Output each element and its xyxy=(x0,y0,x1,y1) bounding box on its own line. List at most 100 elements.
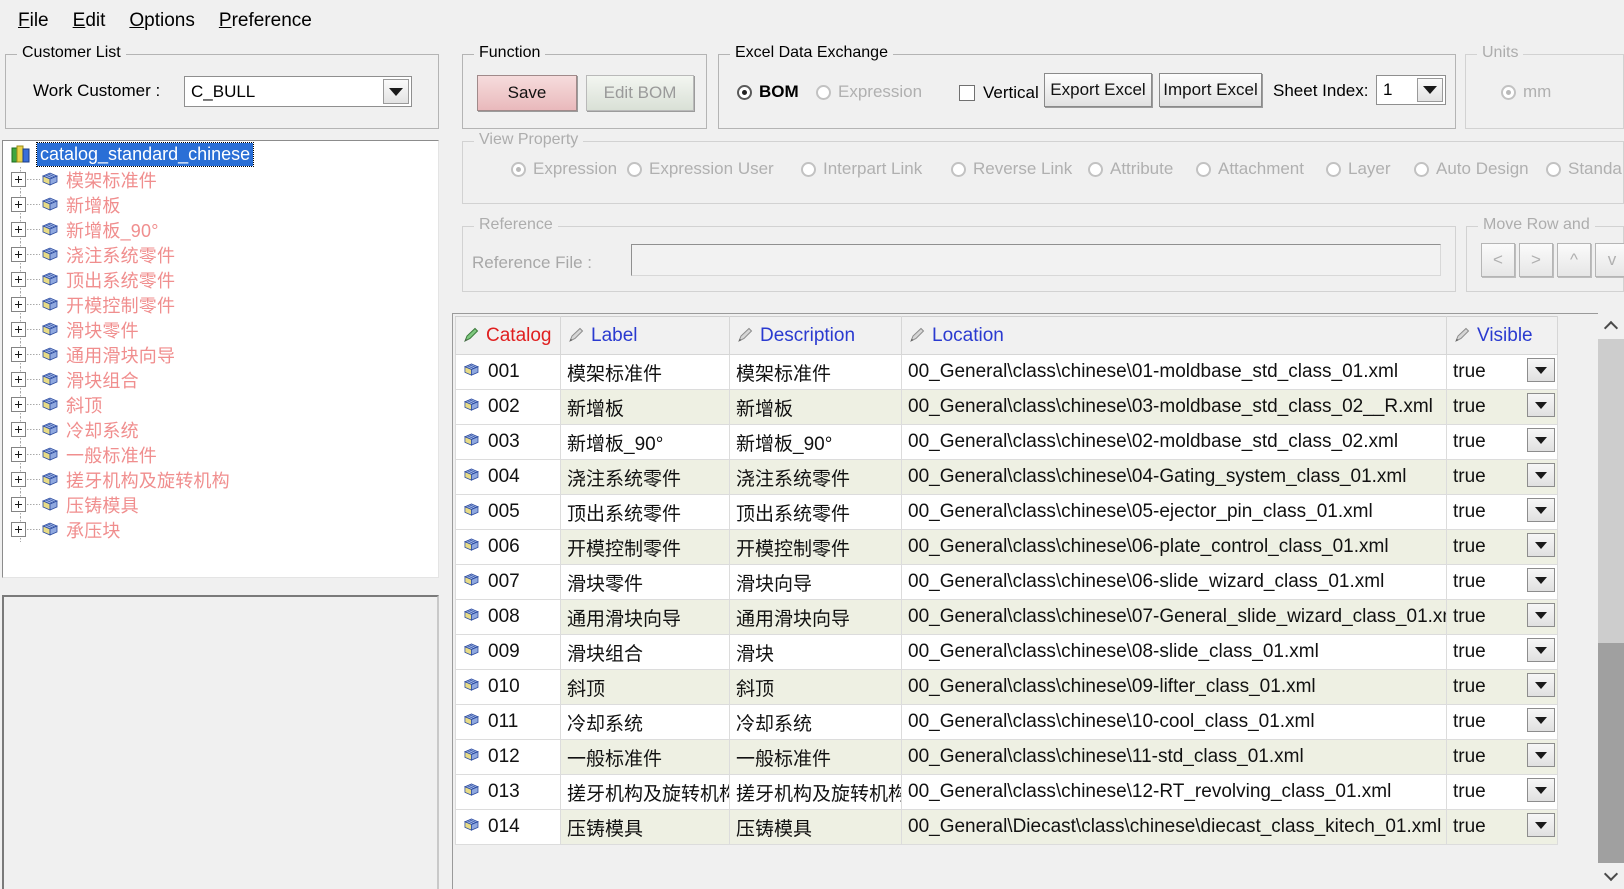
radio-expression[interactable]: Expression xyxy=(816,82,922,102)
chevron-down-icon[interactable] xyxy=(383,79,409,104)
tree-node[interactable]: 斜顶 xyxy=(3,392,438,417)
cell-location[interactable]: 00_General\class\chinese\02-moldbase_std… xyxy=(901,424,1447,460)
cell-description[interactable]: 模架标准件 xyxy=(729,354,902,390)
chevron-down-icon[interactable] xyxy=(1527,463,1555,487)
expand-plus-icon[interactable] xyxy=(11,347,26,362)
cell-label[interactable]: 滑块组合 xyxy=(560,634,730,670)
tree-node[interactable]: 通用滑块向导 xyxy=(3,342,438,367)
chevron-down-icon[interactable] xyxy=(1417,78,1443,102)
sheet-index-combo[interactable]: 1 xyxy=(1376,75,1446,105)
tree-node[interactable]: 开模控制零件 xyxy=(3,292,438,317)
menu-edit[interactable]: Edit xyxy=(61,8,118,34)
cell-visible[interactable]: true xyxy=(1446,634,1558,670)
tree-node[interactable]: 新增板 xyxy=(3,192,438,217)
expand-plus-icon[interactable] xyxy=(11,172,26,187)
radio-interpart-link[interactable]: Interpart Link xyxy=(801,159,922,179)
chevron-down-icon[interactable] xyxy=(1598,863,1624,889)
chevron-down-icon[interactable] xyxy=(1527,778,1555,802)
table-row[interactable]: 004 浇注系统零件 浇注系统零件 00_General\class\chinese\… xyxy=(455,459,1558,495)
column-header-location[interactable]: Location xyxy=(901,316,1447,355)
cell-description[interactable]: 新增板 xyxy=(729,389,902,425)
move-down-button[interactable]: v xyxy=(1595,243,1624,277)
radio-expression-user[interactable]: Expression User xyxy=(627,159,774,179)
expand-plus-icon[interactable] xyxy=(11,372,26,387)
cell-location[interactable]: 00_General\class\chinese\06-slide_wizard… xyxy=(901,564,1447,600)
tree-node[interactable]: 压铸模具 xyxy=(3,492,438,517)
tree-node[interactable]: 顶出系统零件 xyxy=(3,267,438,292)
expand-plus-icon[interactable] xyxy=(11,197,26,212)
column-header-catalog[interactable]: Catalog xyxy=(455,316,561,355)
table-row[interactable]: 006 开模控制零件 开模控制零件 00_General\class\chinese\… xyxy=(455,529,1558,565)
table-row[interactable]: 014 压铸模具 压铸模具 00_General\Diecast\class\chin… xyxy=(455,809,1558,845)
expand-plus-icon[interactable] xyxy=(11,422,26,437)
cell-location[interactable]: 00_General\class\chinese\07-General_slid… xyxy=(901,599,1447,635)
tree-node[interactable]: 冷却系统 xyxy=(3,417,438,442)
table-row[interactable]: 007 滑块零件 滑块向导 00_General\class\chinese\06-s… xyxy=(455,564,1558,600)
tree-node[interactable]: 搓牙机构及旋转机构 xyxy=(3,467,438,492)
expand-plus-icon[interactable] xyxy=(11,447,26,462)
move-right-button[interactable]: > xyxy=(1519,243,1553,277)
cell-label[interactable]: 滑块零件 xyxy=(560,564,730,600)
import-excel-button[interactable]: Import Excel xyxy=(1159,73,1262,107)
cell-visible[interactable]: true xyxy=(1446,424,1558,460)
tree-node[interactable]: 模架标准件 xyxy=(3,167,438,192)
chevron-down-icon[interactable] xyxy=(1527,673,1555,697)
tree-root-node[interactable]: catalog_standard_chinese xyxy=(3,141,438,167)
table-vertical-scrollbar[interactable] xyxy=(1598,313,1624,889)
cell-visible[interactable]: true xyxy=(1446,599,1558,635)
cell-visible[interactable]: true xyxy=(1446,494,1558,530)
cell-catalog[interactable]: 005 xyxy=(455,494,561,530)
expand-plus-icon[interactable] xyxy=(11,522,26,537)
cell-description[interactable]: 冷却系统 xyxy=(729,704,902,740)
cell-catalog[interactable]: 008 xyxy=(455,599,561,635)
chevron-down-icon[interactable] xyxy=(1527,708,1555,732)
chevron-down-icon[interactable] xyxy=(1527,568,1555,592)
radio-attribute[interactable]: Attribute xyxy=(1088,159,1173,179)
column-header-description[interactable]: Description xyxy=(729,316,902,355)
table-row[interactable]: 012 一般标准件 一般标准件 00_General\class\chinese\11… xyxy=(455,739,1558,775)
cell-label[interactable]: 开模控制零件 xyxy=(560,529,730,565)
chevron-up-icon[interactable] xyxy=(1598,313,1624,339)
chevron-down-icon[interactable] xyxy=(1527,498,1555,522)
cell-label[interactable]: 压铸模具 xyxy=(560,809,730,845)
cell-catalog[interactable]: 009 xyxy=(455,634,561,670)
cell-description[interactable]: 斜顶 xyxy=(729,669,902,705)
save-button[interactable]: Save xyxy=(477,75,577,111)
tree-node[interactable]: 浇注系统零件 xyxy=(3,242,438,267)
chevron-down-icon[interactable] xyxy=(1527,813,1555,837)
cell-catalog[interactable]: 006 xyxy=(455,529,561,565)
table-row[interactable]: 005 顶出系统零件 顶出系统零件 00_General\class\chinese\… xyxy=(455,494,1558,530)
radio-layer[interactable]: Layer xyxy=(1326,159,1391,179)
cell-catalog[interactable]: 001 xyxy=(455,354,561,390)
cell-description[interactable]: 一般标准件 xyxy=(729,739,902,775)
cell-label[interactable]: 浇注系统零件 xyxy=(560,459,730,495)
cell-description[interactable]: 开模控制零件 xyxy=(729,529,902,565)
cell-catalog[interactable]: 012 xyxy=(455,739,561,775)
export-excel-button[interactable]: Export Excel xyxy=(1044,73,1152,107)
catalog-table-container[interactable]: Catalog Label Description Location Visib… xyxy=(452,313,1624,889)
radio-standard[interactable]: Standa xyxy=(1546,159,1622,179)
cell-description[interactable]: 通用滑块向导 xyxy=(729,599,902,635)
chevron-down-icon[interactable] xyxy=(1527,603,1555,627)
cell-visible[interactable]: true xyxy=(1446,459,1558,495)
cell-visible[interactable]: true xyxy=(1446,704,1558,740)
cell-label[interactable]: 顶出系统零件 xyxy=(560,494,730,530)
cell-visible[interactable]: true xyxy=(1446,354,1558,390)
column-header-label[interactable]: Label xyxy=(560,316,730,355)
chevron-down-icon[interactable] xyxy=(1527,743,1555,767)
cell-description[interactable]: 压铸模具 xyxy=(729,809,902,845)
cell-description[interactable]: 滑块 xyxy=(729,634,902,670)
table-row[interactable]: 009 滑块组合 滑块 00_General\class\chinese\08-sli… xyxy=(455,634,1558,670)
tree-node[interactable]: 一般标准件 xyxy=(3,442,438,467)
cell-location[interactable]: 00_General\class\chinese\05-ejector_pin_… xyxy=(901,494,1447,530)
cell-location[interactable]: 00_General\class\chinese\12-RT_revolving… xyxy=(901,774,1447,810)
cell-label[interactable]: 新增板_90° xyxy=(560,424,730,460)
scrollbar-thumb[interactable] xyxy=(1598,339,1624,643)
cell-catalog[interactable]: 011 xyxy=(455,704,561,740)
expand-plus-icon[interactable] xyxy=(11,397,26,412)
cell-visible[interactable]: true xyxy=(1446,774,1558,810)
cell-description[interactable]: 滑块向导 xyxy=(729,564,902,600)
cell-label[interactable]: 冷却系统 xyxy=(560,704,730,740)
cell-location[interactable]: 00_General\class\chinese\04-Gating_syste… xyxy=(901,459,1447,495)
tree-node[interactable]: 滑块零件 xyxy=(3,317,438,342)
